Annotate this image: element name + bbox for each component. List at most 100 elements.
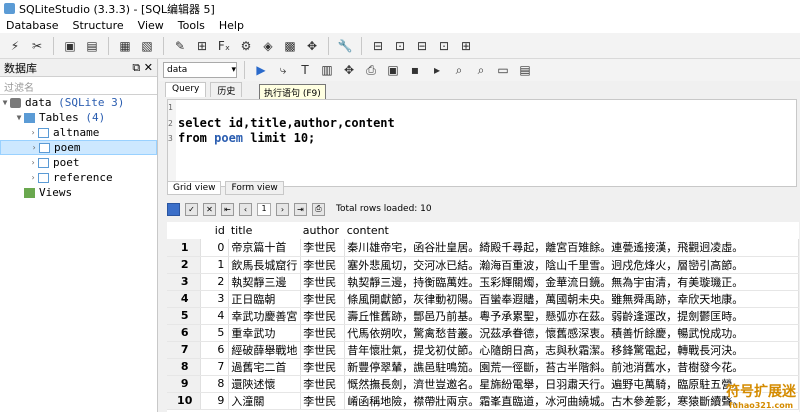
row-number[interactable]: 4 xyxy=(167,290,202,308)
row-number[interactable]: 10 xyxy=(167,392,202,410)
cell-title[interactable]: 重幸武功 xyxy=(228,324,302,342)
cell-title[interactable]: 執契靜三邊 xyxy=(228,273,302,291)
cell-author[interactable]: 李世民 xyxy=(300,290,346,308)
cell-id[interactable]: 9 xyxy=(200,392,230,410)
cell-author[interactable]: 李世民 xyxy=(300,392,346,410)
cell-title[interactable]: 飲馬長城窟行 xyxy=(228,256,302,274)
cell-id[interactable]: 3 xyxy=(200,290,230,308)
cell-content[interactable]: 塞外悲風切，交河冰已結。瀚海百重波，陰山千里雪。迥戍危烽火，層巒引高節。 xyxy=(344,256,799,274)
execute-icon[interactable]: ▶ xyxy=(252,61,270,79)
add-db-icon[interactable]: ▣ xyxy=(61,37,79,55)
results-below-icon[interactable]: ▭ xyxy=(494,61,512,79)
open-icon[interactable]: ▸ xyxy=(428,61,446,79)
next-page-icon[interactable]: › xyxy=(276,202,289,216)
last-page-icon[interactable]: ⇥ xyxy=(294,202,307,216)
sql-code-area[interactable]: 1 2 3 select id,title,author,content fro… xyxy=(167,99,797,187)
expand-icon[interactable]: ▼ xyxy=(0,98,10,107)
panel-float-close-icon[interactable]: ⧉ ✕ xyxy=(132,61,153,75)
window-tile-icon[interactable]: ⊟ xyxy=(369,37,387,55)
sql-editor-icon[interactable]: ✎ xyxy=(171,37,189,55)
cell-id[interactable]: 8 xyxy=(200,375,230,393)
tab-grid-view[interactable]: Grid view xyxy=(167,181,222,195)
cell-author[interactable]: 李世民 xyxy=(300,341,346,359)
row-number[interactable]: 7 xyxy=(167,341,202,359)
connect-db-icon[interactable]: ⚡ xyxy=(6,37,24,55)
row-number[interactable]: 1 xyxy=(167,239,202,257)
cell-id[interactable]: 5 xyxy=(200,324,230,342)
tab-query[interactable]: Query xyxy=(165,82,207,97)
cell-author[interactable]: 李世民 xyxy=(300,307,346,325)
row-number[interactable]: 6 xyxy=(167,324,202,342)
first-page-icon[interactable]: ⇤ xyxy=(221,202,234,216)
cell-content[interactable]: 昔年懷壯氣，提戈初仗節。心隨朗日高，志與秋霜潔。移鋒驚電起，轉戰長河決。 xyxy=(344,341,799,359)
table-row[interactable]: 2 1 飲馬長城窟行 李世民 塞外悲風切，交河冰已結。瀚海百重波，陰山千里雪。迥戍危烽火… xyxy=(167,256,799,274)
cell-id[interactable]: 2 xyxy=(200,273,230,291)
row-number[interactable]: 3 xyxy=(167,273,202,291)
column-header-author[interactable]: author xyxy=(300,222,345,239)
find-replace-icon[interactable]: ⌕ xyxy=(472,61,490,79)
print-results-icon[interactable]: ⎙ xyxy=(312,202,325,216)
column-header-content[interactable]: content xyxy=(344,222,799,239)
cell-title[interactable]: 帝京篇十首 xyxy=(228,239,302,257)
menu-help[interactable]: Help xyxy=(219,19,244,32)
cell-author[interactable]: 李世民 xyxy=(300,324,346,342)
row-number[interactable]: 8 xyxy=(167,358,202,376)
tab-history[interactable]: 历史 xyxy=(210,82,243,97)
collapse-icon[interactable]: › xyxy=(29,143,39,152)
grid-icon[interactable]: ▩ xyxy=(281,37,299,55)
tree-table-poem[interactable]: › poem xyxy=(0,140,157,155)
menu-database[interactable]: Database xyxy=(6,19,59,32)
explain-icon[interactable]: ⤷ xyxy=(274,61,292,79)
table-row[interactable]: 8 7 過舊宅二首 李世民 新豐停翠輦，譙邑駐鳴笳。園荒一徑斷，苔古半階斜。前池消舊水，… xyxy=(167,358,799,376)
cell-author[interactable]: 李世民 xyxy=(300,358,346,376)
cell-title[interactable]: 還陝述懷 xyxy=(228,375,302,393)
table-row[interactable]: 4 3 正日臨朝 李世民 條風開獻節，灰律動初陽。百蠻奉遐贐，萬國朝未央。雖無舜禹跡，幸… xyxy=(167,290,799,308)
disconnect-db-icon[interactable]: ✂ xyxy=(28,37,46,55)
table-row[interactable]: 7 6 經破薛舉戰地 李世民 昔年懷壯氣，提戈初仗節。心隨朗日高，志與秋霜潔。移鋒驚電起… xyxy=(167,341,799,359)
find-icon[interactable]: ⌕ xyxy=(450,61,468,79)
new-query-icon[interactable]: ✥ xyxy=(340,61,358,79)
cell-title[interactable]: 過舊宅二首 xyxy=(228,358,302,376)
edit-table-icon[interactable]: ▧ xyxy=(138,37,156,55)
cell-content[interactable]: 條風開獻節，灰律動初陽。百蠻奉遐贐，萬國朝未央。雖無舜禹跡，幸欣天地康。 xyxy=(344,290,799,308)
results-tab-icon[interactable]: ▤ xyxy=(516,61,534,79)
cell-author[interactable]: 李世民 xyxy=(300,375,346,393)
window-grid-icon[interactable]: ⊞ xyxy=(457,37,475,55)
cell-content[interactable]: 秦川雄帝宅，函谷壯皇居。綺殿千尋起，離宮百雉餘。連甍遙接漢，飛觀迥凌虛。 xyxy=(344,239,799,257)
new-table-icon[interactable]: ▦ xyxy=(116,37,134,55)
format-sql-icon[interactable]: T xyxy=(296,61,314,79)
export-icon[interactable]: ▣ xyxy=(384,61,402,79)
cell-title[interactable]: 入潼關 xyxy=(228,392,302,410)
rollback-icon[interactable]: ✕ xyxy=(203,202,216,216)
window-cascade-icon[interactable]: ⊡ xyxy=(391,37,409,55)
function-icon[interactable]: Fₓ xyxy=(215,37,233,55)
commit-icon[interactable]: ✓ xyxy=(185,202,198,216)
window-horizontal-icon[interactable]: ⊟ xyxy=(413,37,431,55)
fit-icon[interactable]: ✥ xyxy=(303,37,321,55)
clear-icon[interactable]: ▥ xyxy=(318,61,336,79)
cell-author[interactable]: 李世民 xyxy=(300,273,346,291)
database-select[interactable]: data ▾ xyxy=(163,62,237,78)
print-icon[interactable]: ⎙ xyxy=(362,61,380,79)
cell-id[interactable]: 7 xyxy=(200,358,230,376)
cell-content[interactable]: 代馬依朔吹，驚禽愁昔叢。況茲承眷德，懷舊感深衷。積善忻餘慶，暢武悅成功。 xyxy=(344,324,799,342)
save-icon[interactable]: ▪ xyxy=(406,61,424,79)
row-number[interactable]: 2 xyxy=(167,256,202,274)
column-header-id[interactable]: id xyxy=(200,222,229,239)
tools-icon[interactable]: 🔧 xyxy=(336,37,354,55)
menu-tools[interactable]: Tools xyxy=(178,19,205,32)
page-number[interactable]: 1 xyxy=(257,202,271,216)
tree-db-data[interactable]: ▼ data (SQLite 3) xyxy=(0,95,157,110)
cell-id[interactable]: 0 xyxy=(200,239,230,257)
cell-id[interactable]: 6 xyxy=(200,341,230,359)
menu-structure[interactable]: Structure xyxy=(73,19,124,32)
refresh-icon[interactable] xyxy=(167,202,180,216)
tree-table-poet[interactable]: › poet xyxy=(0,155,157,170)
table-row[interactable]: 3 2 執契靜三邊 李世民 執契靜三邊，持衡臨萬姓。玉彩輝關燭，金華流日鏡。無為宇宙清，… xyxy=(167,273,799,291)
menu-view[interactable]: View xyxy=(138,19,164,32)
prev-page-icon[interactable]: ‹ xyxy=(239,202,252,216)
table-row[interactable]: 5 4 幸武功慶善宮 李世民 壽丘惟舊跡，酆邑乃前基。粵予承累聖，懸弧亦在茲。弱齡逢運改… xyxy=(167,307,799,325)
cube-icon[interactable]: ◈ xyxy=(259,37,277,55)
cell-content[interactable]: 執契靜三邊，持衡臨萬姓。玉彩輝關燭，金華流日鏡。無為宇宙清，有美璇璣正。 xyxy=(344,273,799,291)
table-row[interactable]: 1 0 帝京篇十首 李世民 秦川雄帝宅，函谷壯皇居。綺殿千尋起，離宮百雉餘。連甍遙接漢，… xyxy=(167,239,799,257)
